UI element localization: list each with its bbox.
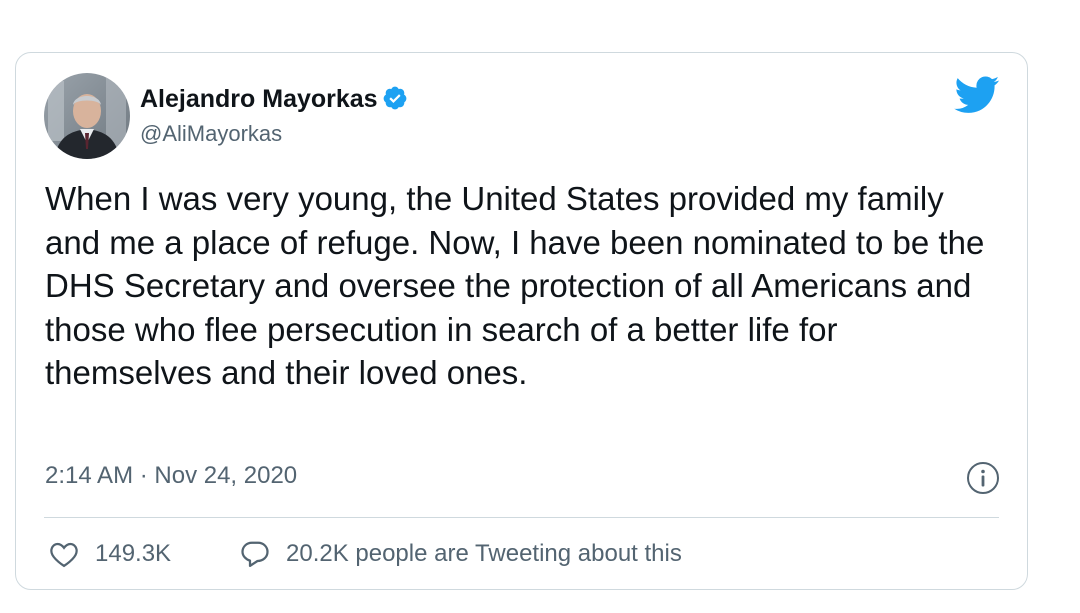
display-name[interactable]: Alejandro Mayorkas <box>140 84 408 114</box>
avatar-photo <box>44 73 130 159</box>
avatar[interactable] <box>44 73 130 159</box>
user-handle[interactable]: @AliMayorkas <box>140 120 282 148</box>
conversation-button[interactable]: 20.2K people are Tweeting about this <box>240 537 682 571</box>
heart-icon <box>50 542 78 568</box>
tweet-text: When I was very young, the United States… <box>45 180 985 391</box>
conversation-count: 20.2K people are Tweeting about this <box>286 540 682 567</box>
like-count: 149.3K <box>95 540 172 567</box>
tweet-timestamp[interactable]: 2:14 AM · Nov 24, 2020 <box>45 461 297 491</box>
speech-bubble-icon <box>241 541 269 567</box>
divider <box>44 517 999 518</box>
like-button[interactable]: 149.3K <box>49 537 171 571</box>
info-icon[interactable] <box>966 461 1000 495</box>
verified-badge-icon <box>383 86 406 110</box>
twitter-bird-icon[interactable] <box>954 76 1000 114</box>
tweet-card: Alejandro Mayorkas @AliMayorkas When I w… <box>15 52 1028 590</box>
display-name-text: Alejandro Mayorkas <box>140 85 378 113</box>
